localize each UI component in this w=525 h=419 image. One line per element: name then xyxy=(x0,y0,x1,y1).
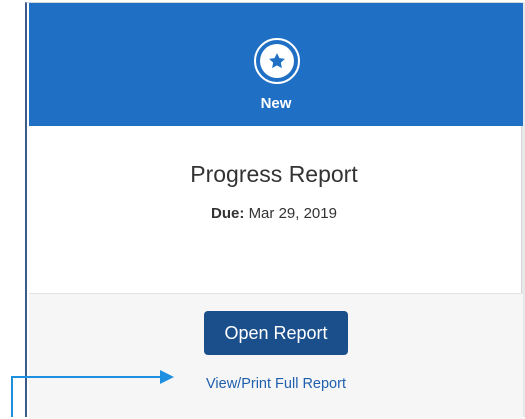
status-badge xyxy=(254,38,300,84)
due-date-line: Due: Mar 29, 2019 xyxy=(27,205,521,222)
annotation-arrow-line-horizontal xyxy=(11,376,161,378)
open-report-button[interactable]: Open Report xyxy=(204,311,348,355)
report-card: New Progress Report Due: Mar 29, 2019 Op… xyxy=(25,2,523,419)
status-label: New xyxy=(260,95,292,112)
card-header: New xyxy=(29,3,523,126)
card-footer: Open Report View/Print Full Report xyxy=(29,293,523,419)
view-print-link-text[interactable]: View/Print Full Report xyxy=(206,376,346,392)
due-label: Due: xyxy=(211,205,245,222)
due-date: Mar 29, 2019 xyxy=(248,205,337,222)
annotation-arrow-icon xyxy=(160,370,174,384)
annotation-arrow-line-vertical xyxy=(11,377,13,417)
view-print-full-report-link[interactable]: View/Print Full Report xyxy=(29,376,523,392)
report-title: Progress Report xyxy=(190,161,358,187)
star-icon xyxy=(260,44,294,78)
